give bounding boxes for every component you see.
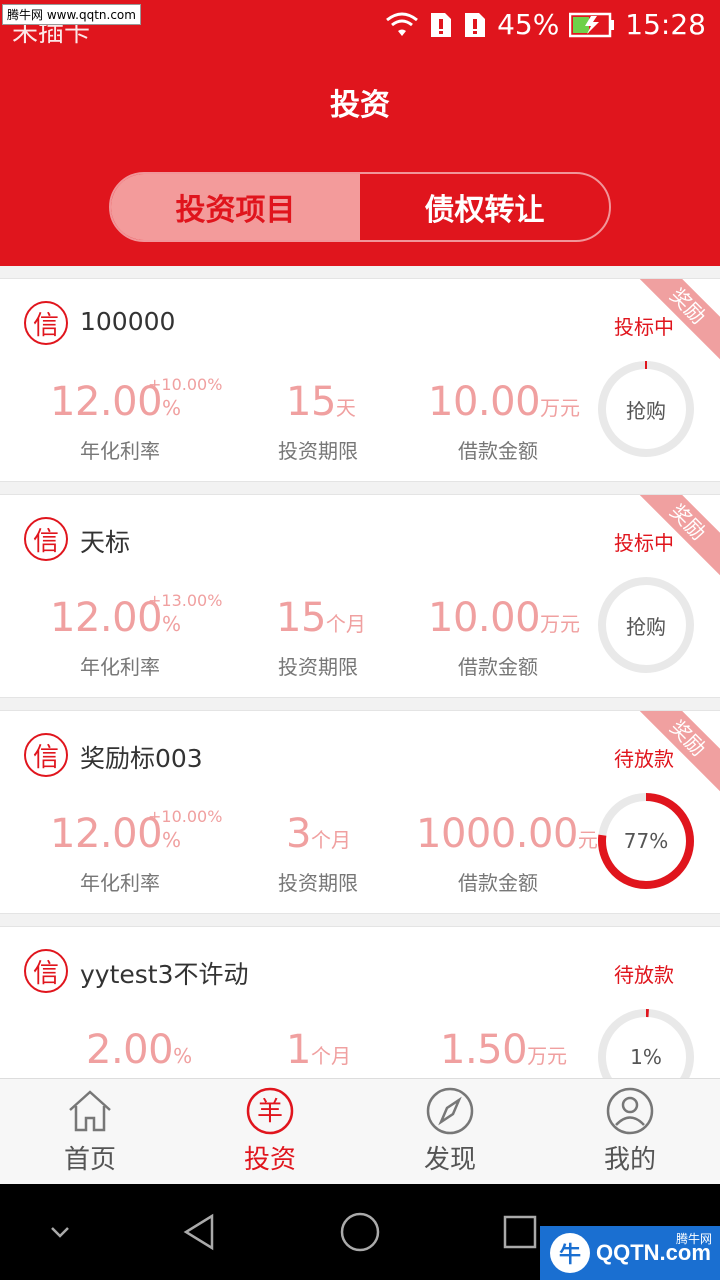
credit-badge-icon: 信 [24,301,68,345]
segment-control: 投资项目 债权转让 [109,172,611,242]
back-triangle-icon [183,1213,214,1251]
rate-value: 12.00% +10.00% [50,807,223,857]
card-status: 待放款 [614,747,674,771]
investment-card[interactable]: 信 天标 投标中 奖励 12.00% +13.00% 年化利率 15个月 投资期限… [0,494,720,698]
term-value: 15个月 [276,595,366,641]
card-title: 100000 [80,307,176,336]
term-label: 投资期限 [278,439,358,463]
sim1-icon [431,12,452,37]
card-status: 待放款 [614,963,674,987]
investment-list[interactable]: 信 100000 投标中 奖励 12.00% +10.00% 年化利率 15天 投… [0,266,720,1078]
tab-home-label: 首页 [63,1145,116,1175]
rate-value: 12.00% +10.00% [50,375,223,425]
bonus-rate: +10.00% [148,375,223,394]
rate-label: 年化利率 [80,655,160,679]
back-button[interactable] [172,1204,228,1260]
status-icons: 45% 15:28 [385,8,706,41]
rate-label: 年化利率 [80,871,160,895]
ring-text: 1% [630,1045,662,1069]
credit-badge-icon: 信 [24,733,68,777]
tab-home[interactable]: 首页 [0,1079,180,1184]
rate-value: 12.00% +13.00% [50,591,223,641]
tab-discover[interactable]: 发现 [360,1079,540,1184]
system-nav-bar: 牛 QQTN.com 腾牛网 [0,1184,720,1280]
yen-circle-icon: 羊 [244,1085,296,1137]
card-title: yytest3不许动 [80,960,249,989]
card-status: 投标中 [614,531,674,555]
term-value: 15天 [286,379,356,425]
chevron-down-icon [51,1227,69,1238]
ring-text: 77% [623,829,669,853]
battery-percent: 45% [497,8,560,41]
watermark-sub: 腾牛网 [675,1232,712,1246]
watermark-bottom: 牛 QQTN.com 腾牛网 [540,1226,720,1280]
amount-value: 10.00万元 [428,595,581,641]
bonus-rate: +10.00% [148,807,223,826]
ring-text: 抢购 [626,398,666,423]
compass-icon [424,1085,476,1137]
amount-value: 10.00万元 [428,379,581,425]
progress-ring[interactable]: 抢购 [596,575,696,675]
hide-nav-button[interactable] [32,1204,88,1260]
status-bar: 未插卡 腾牛网 www.qqtn.com 45% 15:28 [0,0,720,52]
header: 投资 投资项目 债权转让 [0,52,720,266]
tab-discover-label: 发现 [423,1145,476,1175]
investment-card[interactable]: 信 100000 投标中 奖励 12.00% +10.00% 年化利率 15天 投… [0,278,720,482]
battery-icon [569,12,615,37]
ring-text: 抢购 [626,614,666,639]
amount-value: 1000.00元 [416,811,598,857]
amount-value: 1.50万元 [440,1027,568,1073]
investment-card[interactable]: 信 yytest3不许动 待放款 2.00% 1个月 1.50万元 1% [0,926,720,1078]
tab-invest[interactable]: 羊 投资 [180,1079,360,1184]
rate-value: 2.00% [86,1027,193,1073]
tab-mine-label: 我的 [603,1145,656,1175]
tab-invest-label: 投资 [243,1145,296,1175]
watermark-logo: 牛 [550,1233,590,1273]
sim2-icon [465,12,486,37]
rate-label: 年化利率 [80,439,160,463]
yen-glyph: 羊 [257,1097,283,1127]
recents-square-icon [503,1215,537,1249]
card-status: 投标中 [614,315,674,339]
home-circle-icon [340,1212,380,1252]
progress-ring[interactable]: 77% [596,791,696,891]
home-nav-button[interactable] [332,1204,388,1260]
wifi-icon [386,12,418,36]
progress-ring[interactable]: 抢购 [596,359,696,459]
term-value: 3个月 [286,811,351,857]
watermark-top: 腾牛网 www.qqtn.com [2,4,141,25]
tab-mine[interactable]: 我的 [540,1079,720,1184]
credit-badge-icon: 信 [24,517,68,561]
investment-card[interactable]: 信 奖励标003 待放款 奖励 12.00% +10.00% 年化利率 3个月 投… [0,710,720,914]
home-icon [64,1085,116,1137]
page-title: 投资 [330,88,390,123]
card-title: 奖励标003 [80,744,203,773]
amount-label: 借款金额 [458,439,538,463]
credit-badge-icon: 信 [24,949,68,993]
amount-label: 借款金额 [458,655,538,679]
bonus-rate: +13.00% [148,591,223,610]
term-label: 投资期限 [278,871,358,895]
clock-time: 15:28 [625,8,706,41]
amount-label: 借款金额 [458,871,538,895]
bottom-tab-bar: 首页 羊 投资 发现 我的 [0,1078,720,1184]
term-value: 1个月 [286,1027,351,1073]
card-title: 天标 [80,528,131,557]
progress-ring[interactable]: 1% [596,1007,696,1078]
tab-debt-transfer[interactable]: 债权转让 [360,174,609,240]
tab-invest-projects[interactable]: 投资项目 [111,174,360,240]
user-icon [604,1085,656,1137]
term-label: 投资期限 [278,655,358,679]
